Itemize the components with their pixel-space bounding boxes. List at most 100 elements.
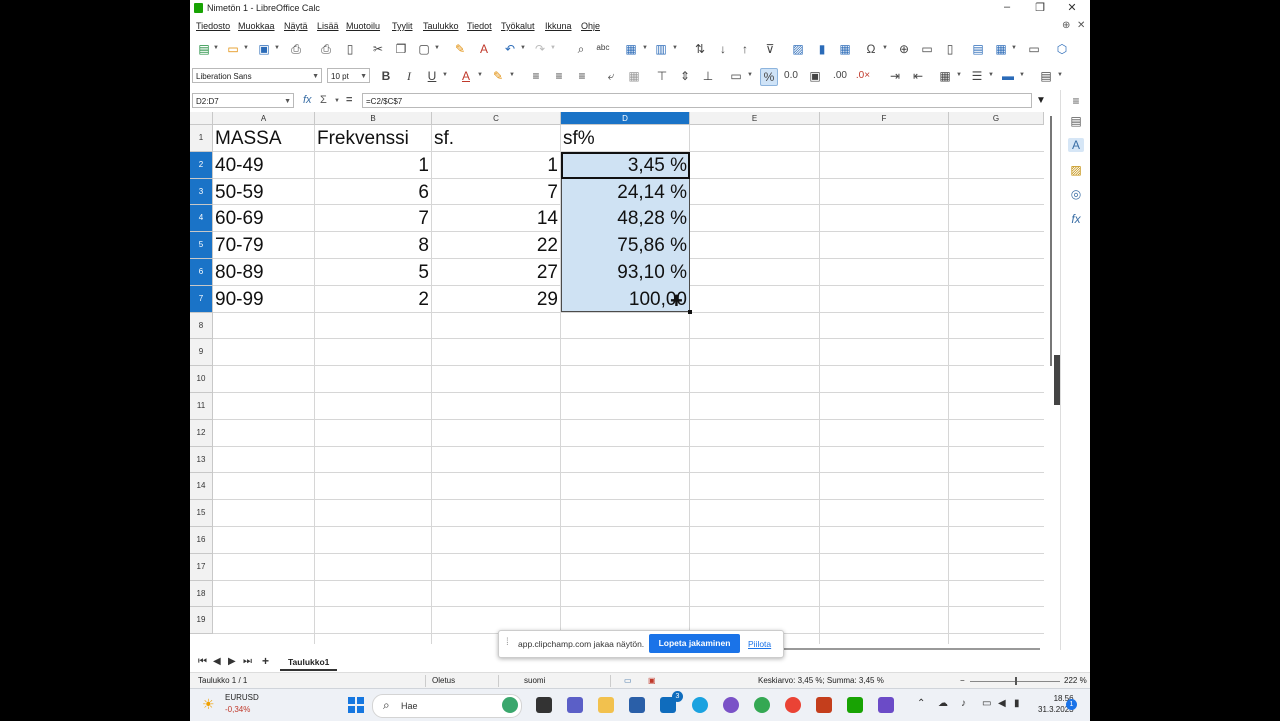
- menu-muokkaa[interactable]: Muokkaa: [238, 21, 275, 31]
- chevron-down-icon[interactable]: ▼: [1019, 72, 1025, 78]
- save-icon[interactable]: ▣: [256, 41, 272, 57]
- edge-browser-icon[interactable]: [692, 697, 708, 713]
- taskbar-search[interactable]: ⌕ Hae: [372, 694, 522, 718]
- weather-widget-icon[interactable]: ☀: [202, 696, 215, 713]
- column-header-d[interactable]: D: [561, 112, 690, 125]
- cut-icon[interactable]: ✂: [370, 41, 386, 57]
- row-icon[interactable]: ▦: [623, 41, 639, 57]
- cell-d4[interactable]: 48,28 %: [563, 205, 687, 231]
- equals-icon[interactable]: =: [346, 94, 352, 106]
- find-replace-icon[interactable]: ⌕: [573, 41, 589, 57]
- conditional-format-icon[interactable]: ▤: [1038, 68, 1054, 84]
- cell-a7[interactable]: 90-99: [215, 286, 313, 312]
- cell-a2[interactable]: 40-49: [215, 152, 313, 178]
- task-view-icon[interactable]: [536, 697, 552, 713]
- add-decimal-icon[interactable]: .00: [832, 68, 848, 84]
- row-header[interactable]: 5: [190, 232, 213, 259]
- chevron-down-icon[interactable]: ▼: [956, 72, 962, 78]
- row-header[interactable]: 4: [190, 205, 213, 233]
- decrease-indent-icon[interactable]: ⇤: [910, 68, 926, 84]
- merge-cells-icon[interactable]: ▦: [626, 68, 642, 84]
- show-hidden-icons-icon[interactable]: ⌃: [917, 698, 925, 709]
- number-format-icon[interactable]: 0.0: [783, 68, 799, 84]
- cell-c7[interactable]: 29: [434, 286, 558, 312]
- bold-icon[interactable]: B: [378, 68, 394, 84]
- settings-app-icon[interactable]: [723, 697, 739, 713]
- split-window-icon[interactable]: ▭: [1026, 41, 1042, 57]
- styles-icon[interactable]: A: [1068, 138, 1084, 152]
- menu-muotoilu[interactable]: Muotoilu: [346, 21, 380, 31]
- close-document-icon[interactable]: ✕: [1077, 20, 1085, 31]
- menu-nayta[interactable]: Näytä: [284, 21, 308, 31]
- menu-tiedosto[interactable]: Tiedosto: [196, 21, 230, 31]
- chevron-down-icon[interactable]: ▼: [243, 45, 249, 51]
- chevron-down-icon[interactable]: ▼: [274, 45, 280, 51]
- cell-d6[interactable]: 93,10 %: [563, 259, 687, 285]
- cell-d1[interactable]: sf%: [563, 125, 687, 151]
- powerpoint-icon[interactable]: [816, 697, 832, 713]
- row-header[interactable]: 12: [190, 419, 213, 447]
- row-header[interactable]: 19: [190, 607, 213, 635]
- clipchamp-icon[interactable]: [878, 697, 894, 713]
- delete-decimal-icon[interactable]: .0×: [855, 68, 871, 84]
- row-header[interactable]: 7: [190, 285, 213, 313]
- header-footer-icon[interactable]: ▯: [942, 41, 958, 57]
- hyperlink-icon[interactable]: ⊕: [896, 41, 912, 57]
- row-header[interactable]: 2: [190, 151, 213, 179]
- cell-c4[interactable]: 14: [434, 205, 558, 231]
- add-sheet-icon[interactable]: +: [262, 654, 269, 668]
- menu-tyokalut[interactable]: Työkalut: [501, 21, 535, 31]
- chevron-down-icon[interactable]: ▼: [747, 72, 753, 78]
- menu-tyylit[interactable]: Tyylit: [392, 21, 413, 31]
- next-sheet-icon[interactable]: ▶: [228, 656, 236, 667]
- menu-taulukko[interactable]: Taulukko: [423, 21, 459, 31]
- cell-a6[interactable]: 80-89: [215, 259, 313, 285]
- export-pdf-icon[interactable]: ⎙: [288, 41, 304, 57]
- pivot-table-icon[interactable]: ▦: [837, 41, 853, 57]
- font-name-box[interactable]: Liberation Sans ▼: [192, 68, 322, 83]
- menu-lisaa[interactable]: Lisää: [317, 21, 339, 31]
- first-sheet-icon[interactable]: ⏮: [198, 656, 207, 667]
- cell-b3[interactable]: 6: [317, 179, 429, 205]
- increase-indent-icon[interactable]: ⇥: [887, 68, 903, 84]
- date-format-icon[interactable]: ▣: [807, 68, 823, 84]
- onedrive-icon[interactable]: ☁: [938, 698, 948, 709]
- comment-icon[interactable]: ▭: [919, 41, 935, 57]
- border-style-icon[interactable]: ☰: [969, 68, 985, 84]
- sheet-tab[interactable]: Taulukko1: [280, 655, 338, 671]
- select-all-corner[interactable]: [190, 112, 213, 125]
- chrome-icon[interactable]: [754, 697, 770, 713]
- functions-icon[interactable]: fx: [1068, 212, 1084, 226]
- align-center-icon[interactable]: ≡: [551, 68, 567, 84]
- chevron-down-icon[interactable]: ▼: [1057, 72, 1063, 78]
- gallery-icon[interactable]: ▨: [1068, 163, 1084, 177]
- hide-banner-link[interactable]: Piilota: [748, 639, 771, 649]
- sort-ascending-icon[interactable]: ↓: [715, 41, 731, 57]
- text-language[interactable]: suomi: [524, 676, 545, 685]
- spreadsheet-grid[interactable]: A B C D E F G 1 2 3 4 5 6 7 8 9 10 11 12 13 14 15 16 17 1…: [190, 112, 1044, 644]
- font-size-box[interactable]: 10 pt ▼: [327, 68, 370, 83]
- file-explorer-icon[interactable]: [598, 697, 614, 713]
- print-icon[interactable]: ⎙: [318, 41, 334, 57]
- store-icon[interactable]: [629, 697, 645, 713]
- fill-handle[interactable]: [688, 310, 692, 314]
- font-color-icon[interactable]: A: [458, 68, 474, 84]
- cell-c1[interactable]: sf.: [434, 125, 558, 151]
- chevron-down-icon[interactable]: ▼: [550, 45, 556, 51]
- clear-formatting-icon[interactable]: A: [476, 41, 492, 57]
- insert-chart-icon[interactable]: ▮: [814, 41, 830, 57]
- chrome-profile-icon[interactable]: [785, 697, 801, 713]
- insert-image-icon[interactable]: ▨: [790, 41, 806, 57]
- chevron-down-icon[interactable]: ▼: [1011, 45, 1017, 51]
- row-header[interactable]: 1: [190, 125, 213, 152]
- chevron-down-icon[interactable]: ▼: [213, 45, 219, 51]
- zoom-out-icon[interactable]: −: [960, 676, 965, 685]
- new-document-icon[interactable]: ▤: [196, 41, 212, 57]
- cell-a1[interactable]: MASSA: [215, 125, 313, 151]
- define-print-area-icon[interactable]: ▤: [970, 41, 986, 57]
- page-style[interactable]: Oletus: [432, 676, 455, 685]
- row-header[interactable]: 9: [190, 339, 213, 367]
- row-header[interactable]: 6: [190, 259, 213, 286]
- chevron-down-icon[interactable]: ▼: [477, 72, 483, 78]
- document-modified-icon[interactable]: ▣: [648, 676, 656, 685]
